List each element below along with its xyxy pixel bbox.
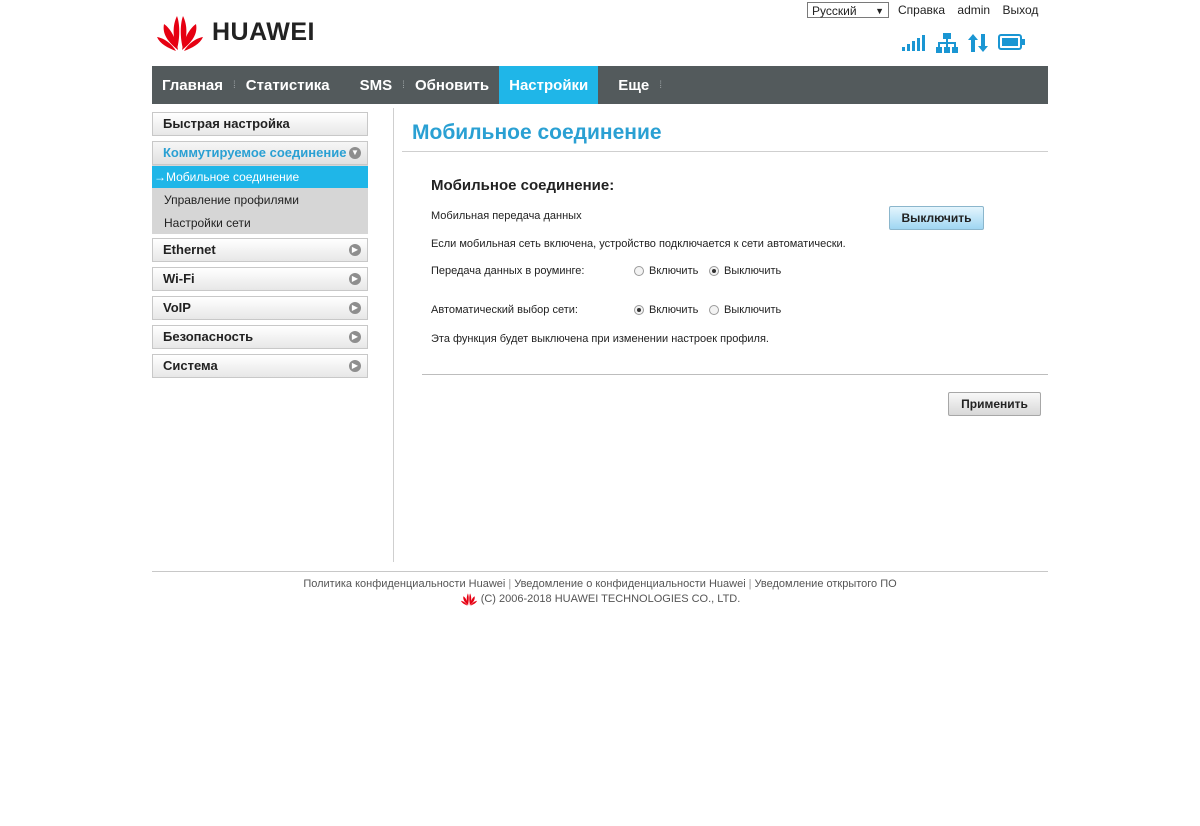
sidebar-item-label: Безопасность: [163, 329, 254, 344]
radio-label: Выключить: [724, 265, 782, 277]
open-source-notice-link[interactable]: Уведомление открытого ПО: [755, 578, 897, 590]
nav-home[interactable]: Главная: [152, 66, 233, 104]
lan-network-icon: [936, 33, 958, 58]
auto-network-label: Автоматический выбор сети:: [431, 304, 578, 316]
privacy-notice-link[interactable]: Уведомление о конфиденциальности Huawei: [514, 578, 745, 590]
page-title: Мобильное соединение: [412, 121, 662, 144]
chevron-right-icon: ▶: [349, 360, 361, 372]
huawei-flower-icon: [157, 16, 203, 51]
auto-network-on-radio[interactable]: Включить: [634, 304, 698, 316]
user-link[interactable]: admin: [957, 3, 990, 17]
chevron-right-icon: ▶: [349, 273, 361, 285]
data-transfer-icon: [968, 34, 988, 57]
mobile-data-label: Мобильная передача данных: [431, 210, 582, 222]
huawei-logo[interactable]: HUAWEI: [156, 12, 315, 52]
vertical-divider: [393, 108, 394, 562]
copyright: (C) 2006-2018 HUAWEI TECHNOLOGIES CO., L…: [152, 592, 1048, 606]
sidebar-item-label: Система: [163, 358, 218, 373]
auto-network-off-radio[interactable]: Выключить: [709, 304, 781, 316]
divider: [402, 151, 1048, 152]
auto-connect-note: Если мобильная сеть включена, устройство…: [431, 238, 846, 250]
sidebar-item-wifi[interactable]: Wi-Fi ▶: [152, 267, 368, 291]
mobile-data-off-button[interactable]: Выключить: [889, 206, 984, 230]
sidebar-item-label: Быстрая настройка: [163, 116, 290, 131]
nav-separator: ⁞: [659, 79, 663, 91]
signal-strength-icon: [902, 35, 926, 56]
sidebar-group-dialup: Коммутируемое соединение ▼ →Мобильное со…: [152, 141, 368, 234]
huawei-small-logo-icon: [460, 593, 477, 606]
top-links: Справка admin Выход: [898, 3, 1047, 17]
radio-button[interactable]: [634, 266, 644, 276]
nav-more[interactable]: Еще: [598, 66, 659, 104]
radio-button-selected[interactable]: [634, 305, 644, 315]
chevron-down-icon: ▼: [349, 147, 361, 159]
roaming-on-radio[interactable]: Включить: [634, 265, 698, 277]
roaming-label: Передача данных в роуминге:: [431, 265, 585, 277]
sidebar-subitem-mobile-connection[interactable]: →Мобильное соединение: [152, 166, 368, 188]
sidebar-item-label: Wi-Fi: [163, 271, 195, 286]
profile-note: Эта функция будет выключена при изменени…: [431, 333, 769, 345]
status-icons: [902, 33, 1036, 58]
chevron-right-icon: ▶: [349, 302, 361, 314]
help-link[interactable]: Справка: [898, 3, 945, 17]
profile-note-row: Эта функция будет выключена при изменени…: [431, 333, 1048, 353]
roaming-off-radio[interactable]: Выключить: [709, 265, 781, 277]
chevron-right-icon: ▶: [349, 244, 361, 256]
sidebar-item-system[interactable]: Система ▶: [152, 354, 368, 378]
sidebar-item-security[interactable]: Безопасность ▶: [152, 325, 368, 349]
sidebar-item-label: Ethernet: [163, 242, 216, 257]
sidebar-item-quick-setup[interactable]: Быстрая настройка: [152, 112, 368, 136]
sidebar-subitem-network-settings[interactable]: Настройки сети: [152, 212, 368, 234]
separator: |: [508, 578, 512, 590]
section-title: Мобильное соединение:: [431, 177, 615, 194]
apply-button[interactable]: Применить: [948, 392, 1041, 416]
radio-button-selected[interactable]: [709, 266, 719, 276]
sidebar-item-label: VoIP: [163, 300, 191, 315]
radio-label: Включить: [649, 304, 699, 316]
auto-connect-note-row: Если мобильная сеть включена, устройство…: [431, 238, 1048, 258]
nav-sms[interactable]: SMS: [340, 66, 403, 104]
footer: Политика конфиденциальности Huawei | Уведо…: [152, 578, 1048, 606]
sidebar-item-voip[interactable]: VoIP ▶: [152, 296, 368, 320]
sidebar: Быстрая настройка Коммутируемое соединен…: [152, 112, 368, 383]
arrow-right-icon: →: [154, 170, 166, 184]
footer-links: Политика конфиденциальности Huawei | Уведо…: [152, 578, 1048, 590]
dropdown-arrow-icon: ▼: [875, 6, 884, 16]
display-icon: [998, 34, 1026, 57]
sidebar-subitem-profile-management[interactable]: Управление профилями: [152, 189, 368, 211]
radio-label: Выключить: [724, 304, 782, 316]
divider: [422, 374, 1048, 375]
auto-network-row: Автоматический выбор сети: Включить Выкл…: [431, 304, 1048, 324]
language-value: Русский: [812, 4, 857, 18]
main-content: Мобильное соединение Мобильное соединени…: [402, 108, 1048, 416]
header: HUAWEI Русский ▼ Справка admin Выход: [152, 0, 1048, 66]
main-nav: Главная ⁞ Статистика SMS ⁞ Обновить Наст…: [152, 66, 1048, 104]
nav-settings[interactable]: Настройки: [499, 66, 599, 104]
sidebar-subitem-label: Мобильное соединение: [166, 170, 300, 184]
privacy-policy-link[interactable]: Политика конфиденциальности Huawei: [303, 578, 505, 590]
sidebar-item-label: Коммутируемое соединение: [163, 145, 347, 160]
language-select[interactable]: Русский ▼: [807, 2, 889, 18]
mobile-data-row: Мобильная передача данных Выключить: [431, 206, 1048, 230]
brand-name: HUAWEI: [212, 17, 315, 46]
roaming-row: Передача данных в роуминге: Включить Вык…: [431, 265, 1048, 285]
separator: |: [748, 578, 752, 590]
sidebar-item-dialup[interactable]: Коммутируемое соединение ▼: [152, 141, 368, 165]
footer-divider: [152, 571, 1048, 572]
chevron-right-icon: ▶: [349, 331, 361, 343]
nav-statistics[interactable]: Статистика: [236, 66, 340, 104]
nav-update[interactable]: Обновить: [405, 66, 499, 104]
radio-button[interactable]: [709, 305, 719, 315]
radio-label: Включить: [649, 265, 699, 277]
logout-link[interactable]: Выход: [1002, 3, 1038, 17]
copyright-text: (C) 2006-2018 HUAWEI TECHNOLOGIES CO., L…: [480, 593, 741, 605]
sidebar-item-ethernet[interactable]: Ethernet ▶: [152, 238, 368, 262]
